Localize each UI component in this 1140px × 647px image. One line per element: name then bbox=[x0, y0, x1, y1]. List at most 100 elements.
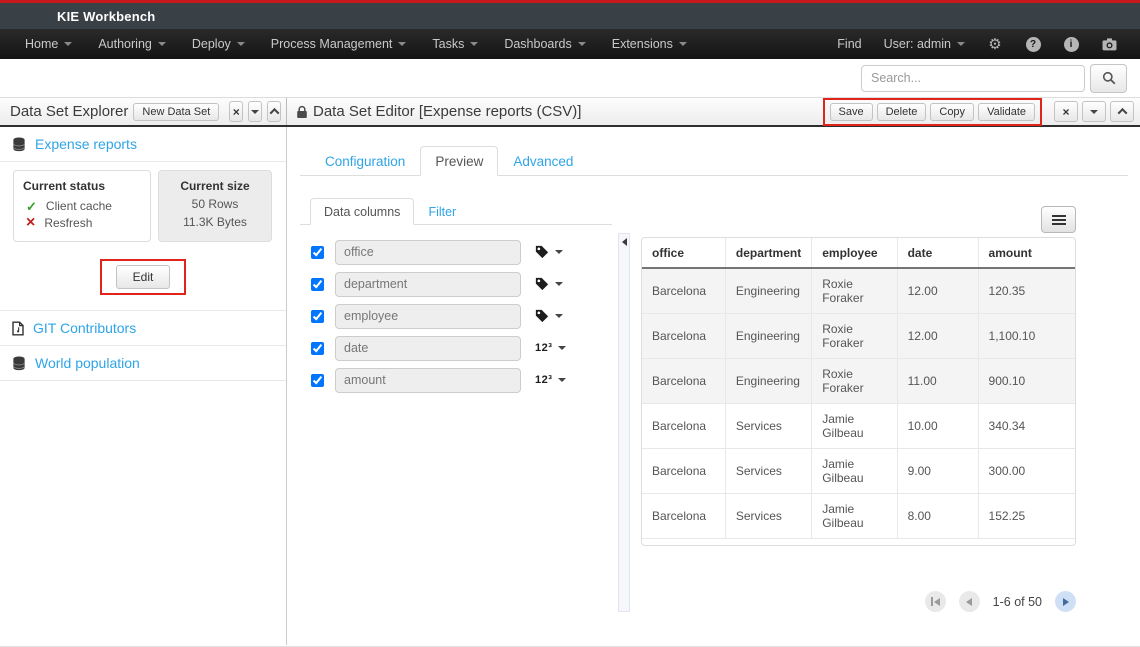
preview-region: Data columns Filter bbox=[300, 198, 1140, 612]
close-editor-button[interactable]: × bbox=[1054, 101, 1078, 122]
edit-button[interactable]: Edit bbox=[116, 265, 171, 289]
dataset-item-world-population[interactable]: World population bbox=[0, 346, 286, 381]
search-input[interactable] bbox=[861, 65, 1085, 92]
table-row[interactable]: Barcelona Engineering Roxie Foraker 12.0… bbox=[642, 268, 1075, 314]
first-page-button[interactable] bbox=[925, 591, 946, 612]
editor-title: Data Set Editor [Expense reports (CSV)] bbox=[313, 103, 581, 120]
menu-extensions[interactable]: Extensions bbox=[599, 29, 700, 59]
screenshot-button[interactable] bbox=[1090, 38, 1128, 51]
table-cell: 900.10 bbox=[978, 359, 1075, 404]
preview-table-container: office department employee date amount B… bbox=[641, 237, 1076, 546]
column-type-dropdown[interactable] bbox=[535, 245, 563, 259]
column-header[interactable]: department bbox=[725, 238, 811, 268]
search-button[interactable] bbox=[1090, 64, 1127, 93]
dataset-item-label: Expense reports bbox=[35, 136, 137, 152]
column-header[interactable]: date bbox=[897, 238, 978, 268]
table-options-button[interactable] bbox=[1041, 206, 1076, 233]
column-name-input[interactable] bbox=[335, 336, 521, 361]
main-navbar: Home Authoring Deploy Process Management… bbox=[0, 29, 1140, 59]
next-page-button[interactable] bbox=[1055, 591, 1076, 612]
menu-authoring[interactable]: Authoring bbox=[85, 29, 179, 59]
column-header[interactable]: amount bbox=[978, 238, 1075, 268]
column-checkbox-amount[interactable] bbox=[311, 374, 324, 387]
column-header[interactable]: employee bbox=[812, 238, 897, 268]
list-menu-icon bbox=[1052, 219, 1066, 221]
dataset-item-expense-reports[interactable]: Expense reports bbox=[0, 127, 286, 162]
table-row[interactable]: Barcelona Engineering Roxie Foraker 11.0… bbox=[642, 359, 1075, 404]
column-name-input[interactable] bbox=[335, 304, 521, 329]
tab-data-columns[interactable]: Data columns bbox=[310, 198, 414, 225]
table-cell: Services bbox=[725, 494, 811, 539]
tab-preview[interactable]: Preview bbox=[420, 146, 498, 176]
column-checkbox-employee[interactable] bbox=[311, 310, 324, 323]
table-cell: 12.00 bbox=[897, 314, 978, 359]
column-name-input[interactable] bbox=[335, 368, 521, 393]
table-cell: Barcelona bbox=[642, 359, 725, 404]
copy-button[interactable]: Copy bbox=[930, 103, 974, 121]
table-cell: Jamie Gilbeau bbox=[812, 494, 897, 539]
columns-panel: Data columns Filter bbox=[300, 198, 612, 612]
panel-menu-button[interactable] bbox=[248, 101, 262, 122]
tag-icon bbox=[535, 277, 549, 291]
next-page-icon bbox=[1063, 598, 1069, 606]
menu-deploy[interactable]: Deploy bbox=[179, 29, 258, 59]
tab-advanced[interactable]: Advanced bbox=[498, 146, 588, 176]
menu-tasks[interactable]: Tasks bbox=[419, 29, 491, 59]
explorer-title: Data Set Explorer bbox=[10, 103, 128, 120]
tab-filter[interactable]: Filter bbox=[414, 198, 470, 225]
column-name-input[interactable] bbox=[335, 272, 521, 297]
column-type-dropdown[interactable] bbox=[535, 277, 563, 291]
x-mark-icon: × bbox=[26, 217, 35, 230]
table-row[interactable]: Barcelona Services Jamie Gilbeau 8.00 15… bbox=[642, 494, 1075, 539]
panel-headers: Data Set Explorer New Data Set × Data Se… bbox=[0, 98, 1140, 127]
close-panel-button[interactable]: × bbox=[229, 101, 243, 122]
new-dataset-button[interactable]: New Data Set bbox=[133, 103, 219, 121]
table-cell: 1,100.10 bbox=[978, 314, 1075, 359]
byte-size: 11.3K Bytes bbox=[163, 215, 267, 229]
table-row[interactable]: Barcelona Services Jamie Gilbeau 9.00 30… bbox=[642, 449, 1075, 494]
table-row[interactable]: Barcelona Engineering Roxie Foraker 12.0… bbox=[642, 314, 1075, 359]
first-page-icon bbox=[931, 597, 940, 606]
column-checkbox-office[interactable] bbox=[311, 246, 324, 259]
menu-home[interactable]: Home bbox=[12, 29, 85, 59]
editor-window-buttons: × bbox=[1054, 101, 1134, 122]
column-type-dropdown[interactable]: 12³ bbox=[535, 374, 566, 386]
question-icon: ? bbox=[1026, 37, 1041, 52]
edit-area: Edit bbox=[0, 259, 286, 295]
save-button[interactable]: Save bbox=[830, 103, 873, 121]
dataset-list: GIT Contributors World population bbox=[0, 310, 286, 381]
settings-button[interactable]: ⚙ bbox=[976, 37, 1014, 52]
help-button[interactable]: ? bbox=[1014, 37, 1052, 52]
menu-dashboards[interactable]: Dashboards bbox=[491, 29, 598, 59]
column-name-input[interactable] bbox=[335, 240, 521, 265]
table-cell: Engineering bbox=[725, 314, 811, 359]
validate-button[interactable]: Validate bbox=[978, 103, 1035, 121]
collapse-panel-button[interactable] bbox=[267, 101, 281, 122]
column-checkbox-department[interactable] bbox=[311, 278, 324, 291]
table-header-row: office department employee date amount bbox=[642, 238, 1075, 268]
chevron-down-icon bbox=[470, 42, 478, 46]
panel-splitter[interactable] bbox=[618, 233, 630, 612]
find-link[interactable]: Find bbox=[826, 37, 872, 51]
check-icon: ✓ bbox=[26, 200, 37, 213]
table-cell: 8.00 bbox=[897, 494, 978, 539]
delete-button[interactable]: Delete bbox=[877, 103, 927, 121]
database-icon bbox=[12, 356, 26, 371]
menu-process-management[interactable]: Process Management bbox=[258, 29, 420, 59]
user-menu[interactable]: User: admin bbox=[873, 37, 976, 51]
tab-configuration[interactable]: Configuration bbox=[310, 146, 420, 176]
about-button[interactable]: i bbox=[1052, 37, 1090, 52]
table-cell: 11.00 bbox=[897, 359, 978, 404]
column-type-dropdown[interactable]: 12³ bbox=[535, 342, 566, 354]
editor-menu-button[interactable] bbox=[1082, 101, 1106, 122]
dataset-item-git-contributors[interactable]: GIT Contributors bbox=[0, 311, 286, 346]
table-row[interactable]: Barcelona Services Jamie Gilbeau 10.00 3… bbox=[642, 404, 1075, 449]
dataset-item-label: GIT Contributors bbox=[33, 320, 136, 336]
collapse-editor-button[interactable] bbox=[1110, 101, 1134, 122]
column-checkbox-date[interactable] bbox=[311, 342, 324, 355]
column-type-dropdown[interactable] bbox=[535, 309, 563, 323]
chevron-up-icon bbox=[269, 108, 279, 118]
prev-page-button[interactable] bbox=[959, 591, 980, 612]
column-list: 12³ 12³ bbox=[300, 239, 612, 393]
column-header[interactable]: office bbox=[642, 238, 725, 268]
